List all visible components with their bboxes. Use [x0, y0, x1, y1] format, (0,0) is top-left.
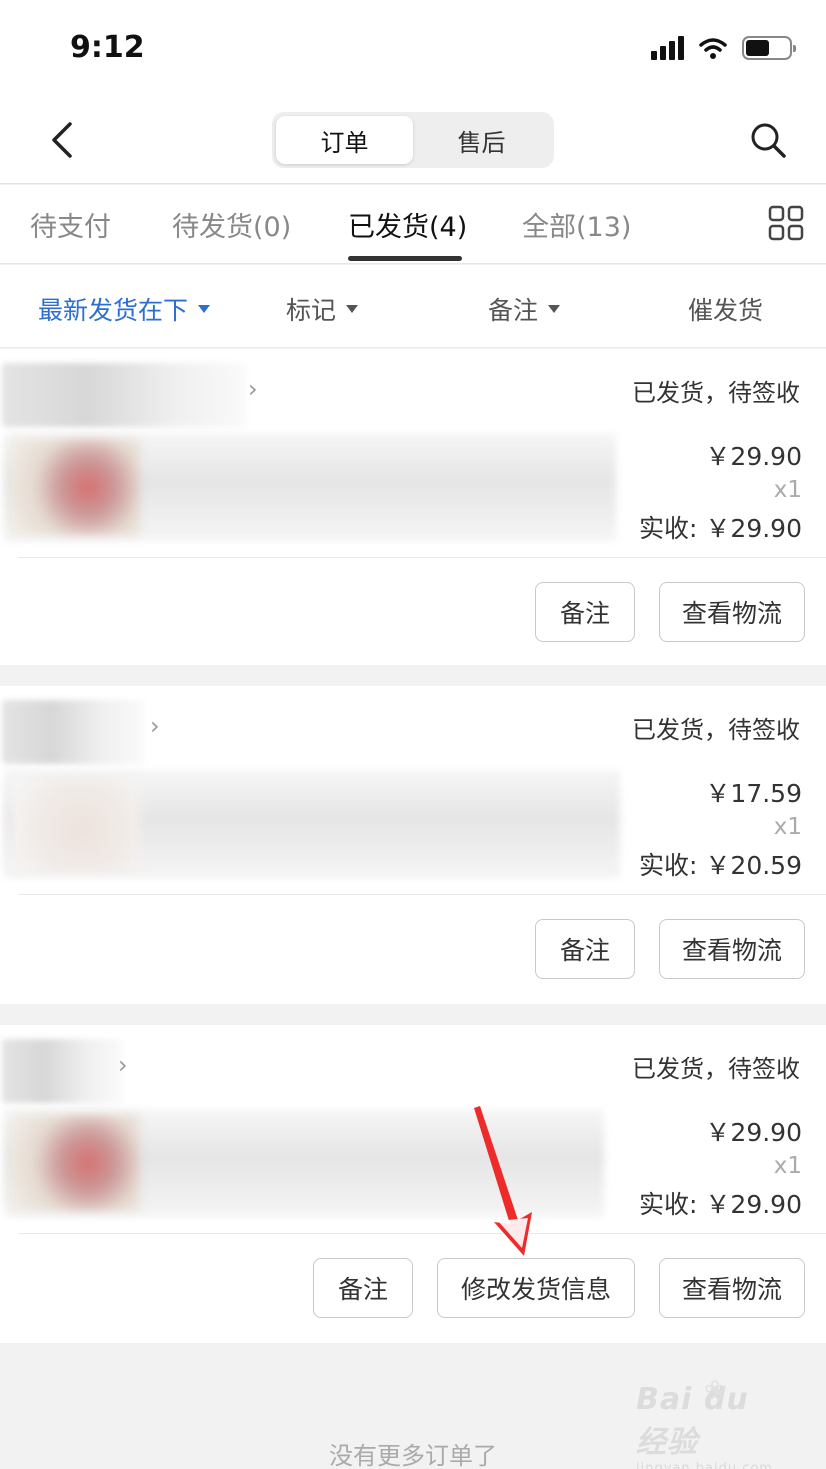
order-status: 已发货，待签收 — [632, 1055, 800, 1083]
order-card: › 已发货，待签收 ￥29.90 x1 实收: ￥29.90 备注 查看物流 — [0, 349, 826, 665]
order-card: › 已发货，待签收 ￥29.90 x1 实收: ￥29.90 备注 修改发货信息… — [0, 1025, 826, 1343]
divider — [18, 894, 826, 895]
chevron-right-icon[interactable]: › — [118, 1051, 128, 1079]
status-icons — [651, 36, 796, 60]
segment-after-sales[interactable]: 售后 — [413, 116, 550, 164]
search-icon[interactable] — [748, 118, 788, 162]
shop-name-blurred[interactable] — [2, 700, 144, 764]
order-card: › 已发货，待签收 ￥17.59 x1 实收: ￥20.59 备注 查看物流 — [0, 686, 826, 1004]
tab-pending-payment[interactable]: 待支付 — [30, 205, 111, 244]
divider — [18, 557, 826, 558]
paw-icon: ❀ — [704, 1376, 726, 1406]
product-image[interactable] — [10, 1115, 140, 1211]
wifi-icon — [699, 38, 727, 59]
order-status: 已发货，待签收 — [632, 379, 800, 407]
urge-shipment-filter[interactable]: 催发货 — [688, 291, 763, 327]
product-price: ￥29.90 — [705, 1118, 802, 1147]
filter-bar: 最新发货在下 标记 备注 催发货 — [0, 265, 826, 348]
product-price: ￥29.90 — [705, 442, 802, 471]
product-quantity: x1 — [773, 477, 802, 503]
product-image[interactable] — [10, 439, 140, 535]
remark-button[interactable]: 备注 — [535, 582, 635, 642]
active-tab-indicator — [348, 256, 462, 261]
remark-button[interactable]: 备注 — [313, 1258, 413, 1318]
battery-icon — [742, 36, 796, 60]
product-price: ￥17.59 — [705, 779, 802, 808]
caret-down-icon — [548, 305, 561, 313]
tab-pending-shipment[interactable]: 待发货(0) — [172, 205, 291, 244]
sort-filter[interactable]: 最新发货在下 — [38, 291, 211, 327]
caret-down-icon — [198, 305, 211, 313]
chevron-left-icon[interactable] — [44, 118, 84, 162]
signal-icon — [651, 36, 684, 60]
product-quantity: x1 — [773, 1153, 802, 1179]
tab-all[interactable]: 全部(13) — [522, 205, 631, 244]
segment-control: 订单 售后 — [272, 112, 554, 168]
divider — [18, 1233, 826, 1234]
product-image[interactable] — [10, 776, 140, 872]
view-logistics-button[interactable]: 查看物流 — [659, 582, 805, 642]
watermark-url: jingyan.baidu.com — [636, 1461, 773, 1469]
order-status: 已发货，待签收 — [632, 716, 800, 744]
view-logistics-button[interactable]: 查看物流 — [659, 919, 805, 979]
amount-received: 实收: ￥29.90 — [639, 1190, 802, 1219]
remark-filter[interactable]: 备注 — [488, 291, 561, 327]
modify-shipment-info-button[interactable]: 修改发货信息 — [437, 1258, 635, 1318]
tab-shipped[interactable]: 已发货(4) — [348, 205, 467, 244]
amount-received: 实收: ￥20.59 — [639, 851, 802, 880]
remark-button[interactable]: 备注 — [535, 919, 635, 979]
product-quantity: x1 — [773, 814, 802, 840]
red-arrow-annotation-icon — [474, 1106, 532, 1256]
mark-filter[interactable]: 标记 — [286, 291, 359, 327]
grid-icon[interactable] — [768, 205, 804, 241]
amount-received: 实收: ￥29.90 — [639, 514, 802, 543]
chevron-right-icon[interactable]: › — [150, 712, 160, 740]
status-time: 9:12 — [70, 30, 145, 65]
status-tabs: 待支付 待发货(0) 已发货(4) 全部(13) — [0, 185, 826, 264]
nav-bar: 订单 售后 — [0, 100, 826, 184]
caret-down-icon — [346, 305, 359, 313]
segment-orders[interactable]: 订单 — [276, 116, 413, 164]
baidu-jingyan-watermark: ❀ Bai du 经验 jingyan.baidu.com — [636, 1376, 786, 1469]
chevron-right-icon[interactable]: › — [248, 375, 258, 403]
shop-name-blurred[interactable] — [2, 1039, 122, 1103]
shop-name-blurred[interactable] — [2, 363, 246, 427]
status-bar: 9:12 — [0, 0, 826, 100]
view-logistics-button[interactable]: 查看物流 — [659, 1258, 805, 1318]
